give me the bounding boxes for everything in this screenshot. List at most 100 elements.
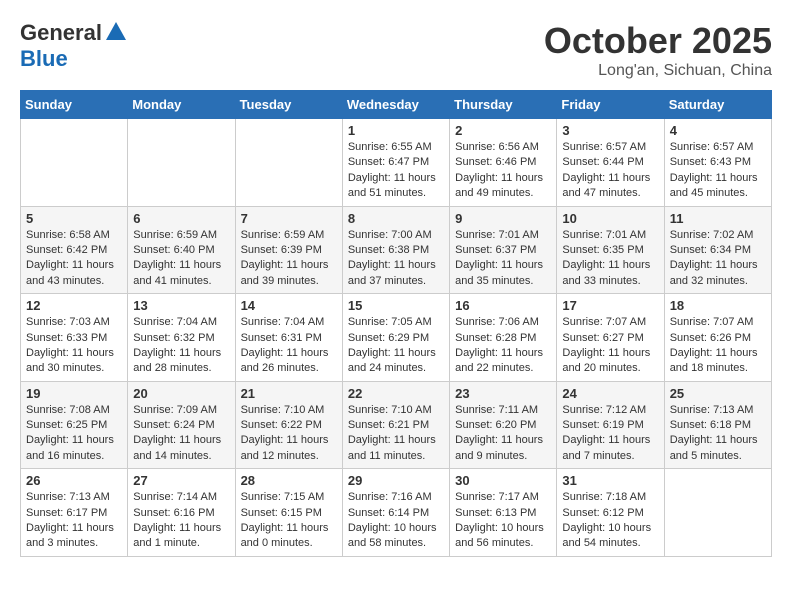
day-info-line: Sunset: 6:13 PM	[455, 507, 536, 519]
day-info-line: Daylight: 11 hours	[455, 259, 543, 271]
day-info-line: and 16 minutes.	[26, 450, 104, 462]
day-info: Sunrise: 7:01 AMSunset: 6:35 PMDaylight:…	[562, 228, 658, 290]
day-info-line: Sunset: 6:46 PM	[455, 156, 536, 168]
day-info-line: Daylight: 11 hours	[133, 522, 221, 534]
day-info-line: Daylight: 11 hours	[133, 347, 221, 359]
day-info: Sunrise: 7:18 AMSunset: 6:12 PMDaylight:…	[562, 490, 658, 552]
day-info-line: and 56 minutes.	[455, 537, 533, 549]
calendar-day: 11Sunrise: 7:02 AMSunset: 6:34 PMDayligh…	[664, 206, 771, 294]
calendar-day: 14Sunrise: 7:04 AMSunset: 6:31 PMDayligh…	[235, 294, 342, 382]
calendar-day: 24Sunrise: 7:12 AMSunset: 6:19 PMDayligh…	[557, 381, 664, 469]
day-info-line: and 14 minutes.	[133, 450, 211, 462]
calendar-day: 27Sunrise: 7:14 AMSunset: 6:16 PMDayligh…	[128, 469, 235, 557]
calendar-day: 23Sunrise: 7:11 AMSunset: 6:20 PMDayligh…	[450, 381, 557, 469]
day-info-line: and 22 minutes.	[455, 362, 533, 374]
day-info: Sunrise: 7:04 AMSunset: 6:32 PMDaylight:…	[133, 315, 229, 377]
day-info-line: Daylight: 11 hours	[348, 347, 436, 359]
day-info-line: Daylight: 11 hours	[455, 434, 543, 446]
day-info-line: and 3 minutes.	[26, 537, 98, 549]
day-number: 15	[348, 298, 444, 313]
day-info-line: Daylight: 11 hours	[670, 434, 758, 446]
calendar-day: 12Sunrise: 7:03 AMSunset: 6:33 PMDayligh…	[21, 294, 128, 382]
day-info-line: Sunset: 6:42 PM	[26, 244, 107, 256]
day-number: 30	[455, 473, 551, 488]
calendar-day: 8Sunrise: 7:00 AMSunset: 6:38 PMDaylight…	[342, 206, 449, 294]
calendar-week-2: 5Sunrise: 6:58 AMSunset: 6:42 PMDaylight…	[21, 206, 772, 294]
day-info: Sunrise: 7:12 AMSunset: 6:19 PMDaylight:…	[562, 403, 658, 465]
day-info-line: Sunrise: 7:08 AM	[26, 404, 110, 416]
day-number: 3	[562, 123, 658, 138]
calendar-day: 21Sunrise: 7:10 AMSunset: 6:22 PMDayligh…	[235, 381, 342, 469]
day-info-line: Sunrise: 7:10 AM	[241, 404, 325, 416]
day-info-line: Sunrise: 7:11 AM	[455, 404, 538, 416]
calendar-day: 15 Sunrise: 7:05 AMSunset: 6:29 PMDayligh…	[342, 294, 449, 382]
logo-triangle-icon	[106, 22, 126, 40]
day-info-line: Daylight: 10 hours	[455, 522, 544, 534]
day-number: 29	[348, 473, 444, 488]
calendar-day: 6Sunrise: 6:59 AMSunset: 6:40 PMDaylight…	[128, 206, 235, 294]
day-info-line: Sunset: 6:19 PM	[562, 419, 643, 431]
day-info-line: Sunrise: 7:01 AM	[455, 229, 539, 241]
day-info-line: and 12 minutes.	[241, 450, 319, 462]
day-number: 23	[455, 386, 551, 401]
day-info-line: Daylight: 11 hours	[241, 347, 329, 359]
day-info: Sunrise: 7:07 AMSunset: 6:27 PMDaylight:…	[562, 315, 658, 377]
day-info: Sunrise: 7:09 AMSunset: 6:24 PMDaylight:…	[133, 403, 229, 465]
day-info-line: Daylight: 11 hours	[26, 434, 114, 446]
logo: General Blue	[20, 20, 126, 72]
day-info-line: Sunset: 6:21 PM	[348, 419, 429, 431]
calendar-day	[235, 119, 342, 207]
calendar-day	[664, 469, 771, 557]
calendar-header-tuesday: Tuesday	[235, 91, 342, 119]
day-info-line: Sunrise: 7:10 AM	[348, 404, 432, 416]
day-info-line: Sunrise: 7:04 AM	[133, 316, 217, 328]
day-info-line: Sunrise: 6:57 AM	[562, 141, 646, 153]
day-number: 13	[133, 298, 229, 313]
day-info-line: and 32 minutes.	[670, 275, 748, 287]
day-info-line: Daylight: 11 hours	[26, 522, 114, 534]
day-number: 26	[26, 473, 122, 488]
day-info: Sunrise: 7:14 AMSunset: 6:16 PMDaylight:…	[133, 490, 229, 552]
day-info-line: Daylight: 11 hours	[241, 522, 329, 534]
logo-general-text: General	[20, 20, 102, 46]
calendar-day: 28Sunrise: 7:15 AMSunset: 6:15 PMDayligh…	[235, 469, 342, 557]
day-info-line: Sunrise: 7:03 AM	[26, 316, 110, 328]
calendar-header-friday: Friday	[557, 91, 664, 119]
day-info-line: Sunset: 6:28 PM	[455, 332, 536, 344]
day-info: Sunrise: 6:59 AMSunset: 6:39 PMDaylight:…	[241, 228, 337, 290]
day-number: 25	[670, 386, 766, 401]
day-info-line: and 24 minutes.	[348, 362, 426, 374]
day-info-line: Sunset: 6:44 PM	[562, 156, 643, 168]
calendar-day: 17Sunrise: 7:07 AMSunset: 6:27 PMDayligh…	[557, 294, 664, 382]
calendar-day: 31Sunrise: 7:18 AMSunset: 6:12 PMDayligh…	[557, 469, 664, 557]
day-number: 22	[348, 386, 444, 401]
day-info-line: Sunrise: 6:59 AM	[241, 229, 325, 241]
day-info-line: Daylight: 11 hours	[562, 259, 650, 271]
day-info: Sunrise: 7:05 AMSunset: 6:29 PMDaylight:…	[348, 315, 444, 377]
logo-blue-text: Blue	[20, 46, 68, 72]
calendar-day: 25Sunrise: 7:13 AMSunset: 6:18 PMDayligh…	[664, 381, 771, 469]
location-text: Long'an, Sichuan, China	[544, 62, 772, 80]
day-info: Sunrise: 6:56 AMSunset: 6:46 PMDaylight:…	[455, 140, 551, 202]
day-number: 14	[241, 298, 337, 313]
day-info-line: and 47 minutes.	[562, 187, 640, 199]
day-number: 21	[241, 386, 337, 401]
day-info-line: Sunset: 6:33 PM	[26, 332, 107, 344]
day-number: 9	[455, 211, 551, 226]
day-info-line: and 43 minutes.	[26, 275, 104, 287]
day-info-line: Sunset: 6:38 PM	[348, 244, 429, 256]
calendar-day: 16Sunrise: 7:06 AMSunset: 6:28 PMDayligh…	[450, 294, 557, 382]
day-info: Sunrise: 7:06 AMSunset: 6:28 PMDaylight:…	[455, 315, 551, 377]
day-info-line: Daylight: 11 hours	[455, 347, 543, 359]
day-number: 5	[26, 211, 122, 226]
day-number: 8	[348, 211, 444, 226]
day-info-line: and 7 minutes.	[562, 450, 634, 462]
day-info-line: Daylight: 11 hours	[562, 347, 650, 359]
day-info-line: and 28 minutes.	[133, 362, 211, 374]
day-info-line: Sunset: 6:24 PM	[133, 419, 214, 431]
day-info-line: and 0 minutes.	[241, 537, 313, 549]
calendar-week-1: 1Sunrise: 6:55 AMSunset: 6:47 PMDaylight…	[21, 119, 772, 207]
day-info-line: and 1 minute.	[133, 537, 200, 549]
title-section: October 2025 Long'an, Sichuan, China	[544, 20, 772, 80]
day-info-line: and 39 minutes.	[241, 275, 319, 287]
